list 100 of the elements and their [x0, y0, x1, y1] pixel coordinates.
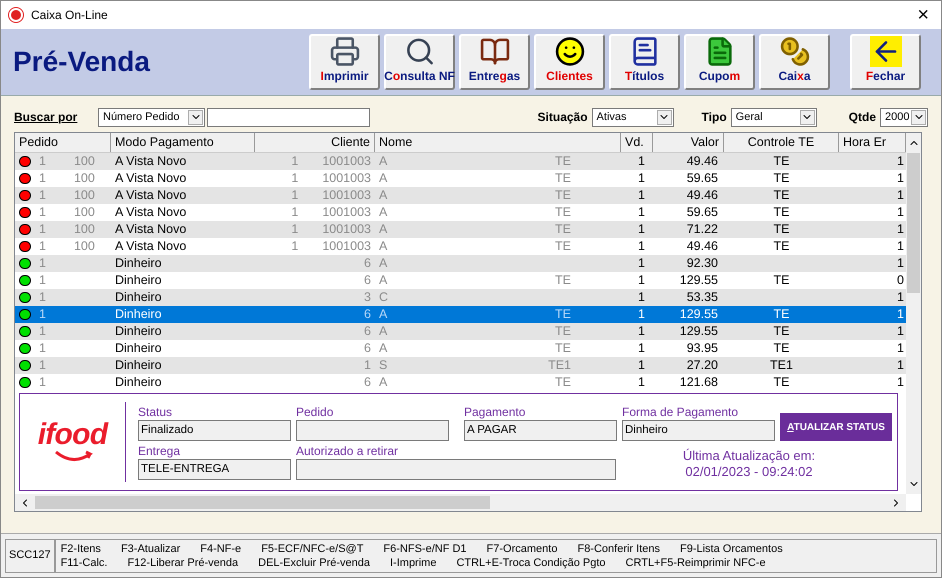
shortcut-hint: F4-NF-e — [200, 542, 242, 556]
type-dropdown[interactable]: Geral — [730, 108, 817, 126]
table-cell: 1 — [291, 221, 298, 238]
table-cell-text: 1 — [637, 357, 646, 374]
table-cell: TE — [555, 204, 571, 221]
column-header[interactable]: Nome — [375, 133, 621, 152]
ifood-logo: ifood — [38, 420, 108, 450]
shortcut-hint: F11-Calc. — [60, 556, 108, 570]
table-cell-text: 27.20 — [686, 357, 719, 374]
table-cell-text: Dinheiro — [114, 323, 163, 340]
update-status-button[interactable]: ATUALIZAR STATUS — [780, 413, 892, 441]
table-cell-text: A Vista Novo — [114, 187, 188, 204]
toolbar-button[interactable]: Cupom — [684, 34, 755, 90]
field-label: Forma de Pagamento — [622, 404, 740, 420]
arrow-left-icon — [870, 36, 902, 67]
table-cell: 1 — [39, 272, 46, 289]
column-header[interactable]: Hora Er — [839, 133, 906, 152]
field-label: Pagamento — [464, 404, 526, 420]
scroll-thumb[interactable] — [907, 153, 920, 293]
table-row[interactable]: 1 Dinheiro 6 A 1 92.30 1 — [15, 255, 906, 272]
last-update-label: Última Atualização em: — [682, 448, 816, 464]
table-cell-text: 92.30 — [686, 255, 719, 272]
table-cell-text: A Vista Novo — [114, 221, 188, 238]
table-cell-text: 1 — [896, 153, 905, 170]
table-cell: TE — [555, 170, 571, 187]
table-cell: TE — [774, 323, 790, 340]
close-button[interactable]: × — [913, 5, 933, 25]
toolbar-button[interactable]: Consulta NF — [384, 34, 455, 90]
shortcut-hint: F2-Itens — [60, 542, 101, 556]
table-cell: 1001003 — [322, 170, 371, 187]
table-cell: TE — [555, 374, 571, 391]
shortcut-hint: F12-Liberar Pré-venda — [127, 556, 238, 570]
page-title: Pré-Venda — [13, 45, 152, 79]
table-cell-text: 1 — [896, 255, 905, 272]
column-header[interactable]: Pedido — [15, 133, 111, 152]
table-cell: TE — [774, 374, 790, 391]
toolbar-button[interactable]: Caixa — [759, 34, 830, 90]
table-cell: 100 — [74, 187, 95, 204]
table-row[interactable]: 1 Dinheiro 1 S TE1 1 27.20 TE1 1 — [15, 357, 906, 374]
column-header[interactable]: Valor — [653, 133, 724, 152]
toolbar-button[interactable]: Fechar — [850, 34, 921, 90]
search-by-dropdown[interactable]: Número Pedido — [98, 108, 205, 126]
table-cell: 1 — [291, 170, 298, 187]
table-cell: TE — [774, 238, 790, 255]
table-cell: 3 — [364, 289, 371, 306]
table-cell-text: 129.55 — [678, 323, 719, 340]
toolbar-button[interactable]: Entregas — [459, 34, 530, 90]
table-cell-text: Dinheiro — [114, 289, 163, 306]
column-header[interactable]: Modo Pagamento — [111, 133, 255, 152]
table-cell-text: 59.65 — [686, 170, 719, 187]
table-cell: 1 — [291, 153, 298, 170]
table-row[interactable]: 1 100 A Vista Novo 1 1001003 A TE 1 49.46 TE 1 — [15, 153, 906, 170]
table-cell-text: 1 — [896, 187, 905, 204]
table-cell: 1 — [39, 187, 46, 204]
table-cell-text: 1 — [637, 187, 646, 204]
situation-dropdown[interactable]: Ativas — [592, 108, 674, 126]
table-cell: 6 — [364, 306, 371, 323]
table-cell-text: 1 — [637, 170, 646, 187]
table-cell: TE — [555, 323, 571, 340]
vertical-scrollbar[interactable] — [906, 133, 921, 494]
toolbar-button[interactable]: Títulos — [609, 34, 680, 90]
table-row[interactable]: 1 Dinheiro 3 C 1 53.35 1 — [15, 289, 906, 306]
table-cell-text: 1 — [896, 170, 905, 187]
table-row[interactable]: 1 Dinheiro 6 A TE 1 129.55 TE 1 — [15, 323, 906, 340]
toolbar-button[interactable]: Imprimir — [309, 34, 380, 90]
table-row[interactable]: 1 100 A Vista Novo 1 1001003 A TE 1 49.46 TE 1 — [15, 187, 906, 204]
table-cell: 1001003 — [322, 204, 371, 221]
table-cell: TE — [774, 204, 790, 221]
field-label: Status — [138, 404, 174, 420]
table-cell: C — [379, 289, 388, 306]
table-cell: A — [379, 187, 388, 204]
toolbar-button[interactable]: Clientes — [534, 34, 605, 90]
table-cell-text: 1 — [637, 153, 646, 170]
shortcut-hint: F3-Atualizar — [120, 542, 180, 556]
column-header[interactable]: Controle TE — [724, 133, 839, 152]
search-by-label: Buscar por — [14, 109, 78, 126]
table-cell-text: 1 — [637, 306, 646, 323]
table-cell: TE — [774, 170, 790, 187]
scroll-thumb[interactable] — [35, 496, 490, 509]
table-cell: 6 — [364, 323, 371, 340]
table-cell-text: 0 — [896, 272, 905, 289]
table-cell: A — [379, 374, 388, 391]
type-label: Tipo — [702, 109, 727, 126]
shortcut-hint: I-Imprime — [390, 556, 436, 570]
book-icon — [478, 36, 510, 67]
table-row[interactable]: 1 Dinheiro 6 A TE 1 129.55 TE 1 — [15, 306, 906, 323]
table-cell-text: 1 — [896, 306, 905, 323]
table-cell: A — [379, 306, 388, 323]
table-cell: TE — [555, 221, 571, 238]
horizontal-scrollbar[interactable] — [15, 494, 906, 511]
smiley-icon — [554, 36, 586, 67]
table-cell: S — [379, 357, 388, 374]
search-input[interactable] — [207, 108, 370, 126]
column-header[interactable]: Cliente — [255, 133, 375, 152]
column-header[interactable]: Vd. — [621, 133, 653, 152]
table-cell: TE — [774, 340, 790, 357]
table-row[interactable]: 1 100 A Vista Novo 1 1001003 A TE 1 71.22 TE 1 — [15, 221, 906, 238]
table-cell: A — [379, 221, 388, 238]
table-cell: 1001003 — [322, 187, 371, 204]
qty-dropdown[interactable]: 2000 — [880, 108, 928, 126]
